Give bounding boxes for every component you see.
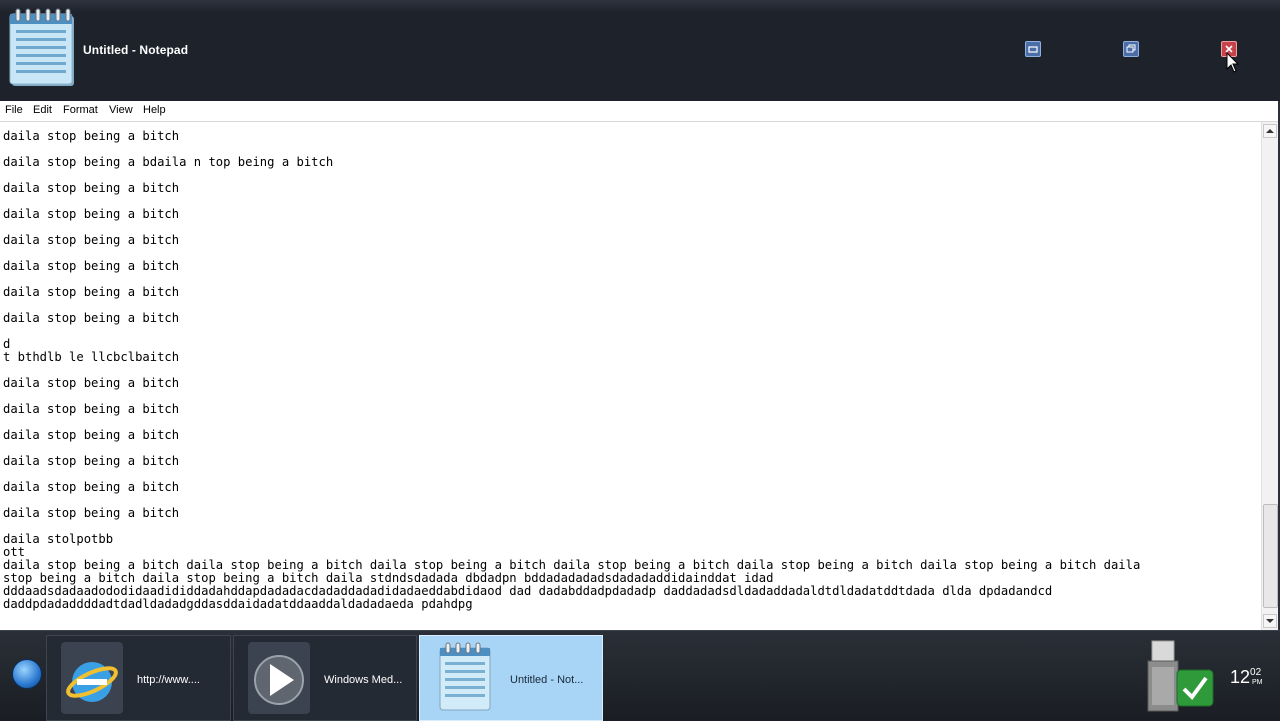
scroll-up-button[interactable]: [1263, 124, 1277, 138]
taskbar-item-label: http://www....: [137, 674, 200, 686]
minimize-icon: [1028, 46, 1038, 53]
menu-format[interactable]: Format: [63, 104, 98, 116]
taskbar-item-notepad[interactable]: Untitled - Not...: [419, 635, 603, 721]
editor-content: daila stop being a bitch daila stop being…: [3, 130, 1140, 611]
editor-line: daila stop being a bitch: [3, 402, 180, 416]
editor-line: daila stop being a bitch: [3, 181, 180, 195]
text-editor[interactable]: daila stop being a bitch daila stop being…: [0, 122, 1261, 630]
editor-line: daila stop being a bitch: [3, 233, 180, 247]
system-clock[interactable]: 1202 PM: [1230, 667, 1263, 688]
editor-line: daila stop being a bitch: [3, 506, 180, 520]
menu-view[interactable]: View: [109, 104, 133, 116]
menu-help[interactable]: Help: [143, 104, 166, 116]
internet-explorer-icon: [61, 642, 123, 714]
taskbar-item-label: Untitled - Not...: [510, 674, 584, 686]
minimize-button[interactable]: [1025, 41, 1041, 57]
editor-line: daila stop being a bitch: [3, 259, 180, 273]
taskbar: http://www.... Windows Med... Untitled -…: [0, 630, 1280, 721]
taskbar-item-internet-explorer[interactable]: http://www....: [46, 635, 231, 721]
taskbar-item-windows-media-player[interactable]: Windows Med...: [233, 635, 417, 721]
scroll-down-arrow-icon: [1266, 619, 1274, 623]
notepad-icon: [439, 642, 491, 711]
editor-line: daila stop being a bdaila n top being a …: [3, 155, 334, 169]
scrollbar-thumb[interactable]: [1263, 504, 1278, 608]
editor-line: daddpdadaddddadtdadldadadgddasddaidadatd…: [3, 597, 473, 611]
windows-start-orb-icon[interactable]: [12, 659, 42, 689]
menu-file[interactable]: File: [5, 104, 23, 116]
vertical-scrollbar[interactable]: [1261, 122, 1279, 630]
clock-hour: 12: [1230, 667, 1251, 687]
maximize-button[interactable]: [1123, 41, 1139, 57]
editor-line: daila stop being a bitch: [3, 207, 180, 221]
title-bar[interactable]: Untitled - Notepad: [0, 0, 1280, 101]
scroll-up-arrow-icon: [1266, 129, 1274, 133]
scroll-down-button[interactable]: [1263, 614, 1277, 628]
clock-minute: 02: [1250, 667, 1262, 678]
taskbar-item-label: Windows Med...: [324, 674, 403, 686]
security-check-icon[interactable]: [1176, 669, 1214, 707]
notepad-icon: [9, 8, 74, 86]
editor-line: daila stop being a bitch: [3, 480, 180, 494]
maximize-icon: [1126, 44, 1136, 53]
usb-device-icon[interactable]: [1146, 639, 1180, 715]
mouse-cursor-icon: [1226, 52, 1240, 73]
editor-line: daila stolpotbb: [3, 532, 114, 546]
editor-line: daila stop being a bitch: [3, 311, 180, 325]
menu-bar: File Edit Format View Help: [0, 101, 1280, 122]
menu-edit[interactable]: Edit: [33, 104, 52, 116]
editor-line: daila stop being a bitch: [3, 376, 180, 390]
editor-line: daila stop being a bitch: [3, 129, 180, 143]
editor-line: daila stop being a bitch: [3, 285, 180, 299]
editor-line: daila stop being a bitch: [3, 428, 180, 442]
clock-ampm: PM: [1252, 679, 1263, 686]
editor-line: daila stop being a bitch: [3, 454, 180, 468]
editor-line: t bthdlb le llcbclbaitch: [3, 350, 180, 364]
window-title: Untitled - Notepad: [83, 43, 189, 57]
windows-media-player-icon: [248, 642, 310, 714]
